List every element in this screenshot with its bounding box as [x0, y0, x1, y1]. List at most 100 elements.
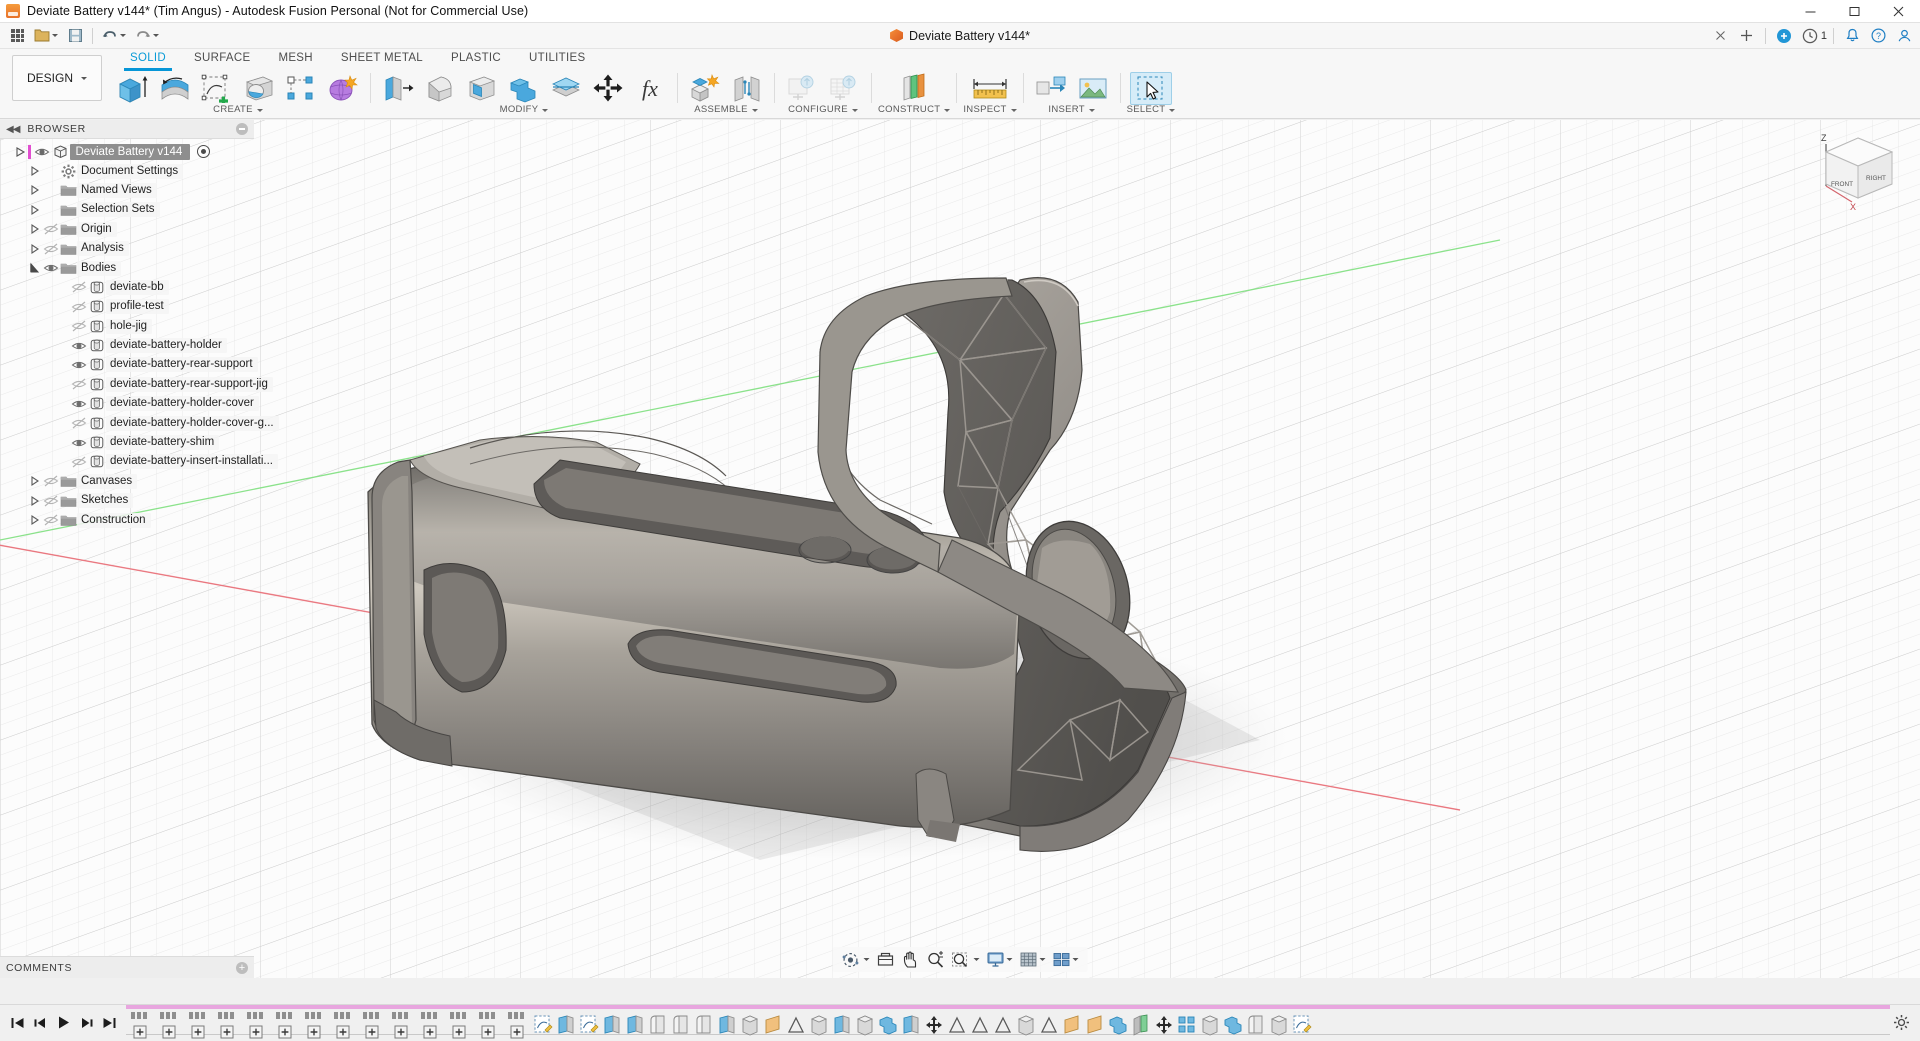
account-icon[interactable]: [1892, 25, 1916, 47]
timeline-feature-marker[interactable]: [854, 1010, 876, 1040]
move-copy-icon[interactable]: [587, 72, 629, 105]
step-forward-icon[interactable]: [77, 1012, 95, 1034]
timeline-group-marker[interactable]: [445, 1010, 473, 1040]
close-icon[interactable]: [1876, 0, 1920, 23]
expand-arrow-icon[interactable]: [28, 162, 42, 181]
group-label-inspect[interactable]: INSPECT: [963, 104, 1016, 116]
configuration-table-icon[interactable]: [823, 72, 865, 105]
tree-row-deviate-battery-rear-support[interactable]: deviate-battery-rear-support: [0, 355, 254, 374]
tree-row-analysis[interactable]: Analysis: [0, 239, 254, 258]
measure-icon[interactable]: [969, 72, 1011, 105]
tree-row-canvases[interactable]: Canvases: [0, 472, 254, 491]
timeline-group-marker[interactable]: [387, 1010, 415, 1040]
timeline-feature-marker[interactable]: [555, 1010, 577, 1040]
select-cursor-icon[interactable]: [1130, 72, 1172, 105]
document-tab[interactable]: Deviate Battery v144*: [882, 27, 1038, 45]
visibility-eye-hidden-icon[interactable]: [70, 297, 87, 316]
step-back-icon[interactable]: [31, 1012, 49, 1034]
insert-canvas-icon[interactable]: [1072, 72, 1114, 105]
tab-surface[interactable]: SURFACE: [180, 49, 264, 71]
visibility-eye-icon[interactable]: [70, 433, 87, 452]
grid-menu-icon[interactable]: [5, 25, 29, 47]
group-label-assemble[interactable]: ASSEMBLE: [694, 104, 758, 116]
timeline-feature-marker[interactable]: [578, 1010, 600, 1040]
workspace-selector[interactable]: DESIGN: [12, 55, 102, 101]
timeline-feature-marker[interactable]: [808, 1010, 830, 1040]
tree-row-origin[interactable]: Origin: [0, 220, 254, 239]
timeline-feature-marker[interactable]: [923, 1010, 945, 1040]
tab-utilities[interactable]: UTILITIES: [515, 49, 599, 71]
timeline-feature-marker[interactable]: [877, 1010, 899, 1040]
joint-icon[interactable]: [726, 72, 768, 105]
expand-arrow-icon[interactable]: [28, 181, 42, 200]
collapse-panel-icon[interactable]: ◀◀: [6, 124, 19, 135]
tree-row-selection-sets[interactable]: Selection Sets: [0, 200, 254, 219]
visibility-eye-icon[interactable]: [70, 355, 87, 374]
revolve-icon[interactable]: [154, 72, 196, 105]
expand-arrow-icon[interactable]: [28, 511, 42, 530]
fillet-icon[interactable]: [419, 72, 461, 105]
timeline-feature-marker[interactable]: [716, 1010, 738, 1040]
timeline-feature-marker[interactable]: [1061, 1010, 1083, 1040]
go-to-beginning-icon[interactable]: [8, 1012, 26, 1034]
visibility-eye-icon[interactable]: [70, 336, 87, 355]
timeline-feature-marker[interactable]: [693, 1010, 715, 1040]
timeline-feature-marker[interactable]: [670, 1010, 692, 1040]
combine-icon[interactable]: [503, 72, 545, 105]
expand-arrow-icon[interactable]: [28, 239, 42, 258]
view-cube[interactable]: Z X FRONT RIGHT: [1812, 128, 1904, 220]
help-icon[interactable]: ?: [1866, 25, 1890, 47]
expand-arrow-icon[interactable]: [14, 142, 28, 161]
timeline-group-marker[interactable]: [242, 1010, 270, 1040]
undo-icon[interactable]: [98, 25, 130, 47]
visibility-eye-icon[interactable]: [34, 142, 51, 161]
timeline-feature-marker[interactable]: [1268, 1010, 1290, 1040]
rectangular-pattern-icon[interactable]: [280, 72, 322, 105]
form-icon[interactable]: [322, 72, 364, 105]
timeline-feature-marker[interactable]: [601, 1010, 623, 1040]
visibility-eye-icon[interactable]: [70, 394, 87, 413]
minimize-icon[interactable]: [1788, 0, 1832, 23]
tree-row-root[interactable]: Deviate Battery v144: [0, 142, 254, 161]
timeline-feature-marker[interactable]: [532, 1010, 554, 1040]
activate-component-icon[interactable]: [197, 145, 210, 158]
timeline-group-marker[interactable]: [358, 1010, 386, 1040]
expand-arrow-icon[interactable]: [28, 472, 42, 491]
pan-icon[interactable]: [899, 948, 923, 971]
timeline-group-marker[interactable]: [474, 1010, 502, 1040]
save-icon[interactable]: [63, 25, 87, 47]
timeline-feature-marker[interactable]: [1245, 1010, 1267, 1040]
timeline-group-marker[interactable]: [329, 1010, 357, 1040]
timeline-group-marker[interactable]: [416, 1010, 444, 1040]
viewport-canvas[interactable]: Z X FRONT RIGHT: [0, 120, 1920, 978]
extrude-icon[interactable]: [112, 72, 154, 105]
comments-panel[interactable]: COMMENTS +: [0, 956, 254, 978]
timeline-feature-marker[interactable]: [992, 1010, 1014, 1040]
tree-row-construction[interactable]: Construction: [0, 510, 254, 529]
viewports-icon[interactable]: [1050, 948, 1082, 971]
timeline-feature-marker[interactable]: [1130, 1010, 1152, 1040]
group-label-configure[interactable]: CONFIGURE: [788, 104, 858, 116]
timeline-feature-marker[interactable]: [739, 1010, 761, 1040]
timeline-group-marker[interactable]: [271, 1010, 299, 1040]
close-tab-icon[interactable]: [1709, 25, 1733, 47]
extensions-icon[interactable]: [1772, 25, 1796, 47]
add-comment-icon[interactable]: +: [236, 962, 248, 974]
visibility-eye-hidden-icon[interactable]: [42, 472, 59, 491]
visibility-eye-hidden-icon[interactable]: [42, 239, 59, 258]
timeline-group-marker[interactable]: [126, 1010, 154, 1040]
tree-row-deviate-battery-holder[interactable]: deviate-battery-holder: [0, 336, 254, 355]
timeline-feature-marker[interactable]: [831, 1010, 853, 1040]
timeline-feature-marker[interactable]: [1176, 1010, 1198, 1040]
configure-design-icon[interactable]: [781, 72, 823, 105]
split-face-icon[interactable]: [545, 72, 587, 105]
tree-row-bodies[interactable]: Bodies: [0, 258, 254, 277]
timeline-feature-marker[interactable]: [946, 1010, 968, 1040]
visibility-eye-hidden-icon[interactable]: [42, 511, 59, 530]
timeline-group-marker[interactable]: [213, 1010, 241, 1040]
shell-icon[interactable]: [461, 72, 503, 105]
tree-row-deviate-battery-insert-installati[interactable]: deviate-battery-insert-installati...: [0, 452, 254, 471]
tab-mesh[interactable]: MESH: [264, 49, 326, 71]
visibility-eye-hidden-icon[interactable]: [70, 375, 87, 394]
visibility-eye-hidden-icon[interactable]: [70, 414, 87, 433]
